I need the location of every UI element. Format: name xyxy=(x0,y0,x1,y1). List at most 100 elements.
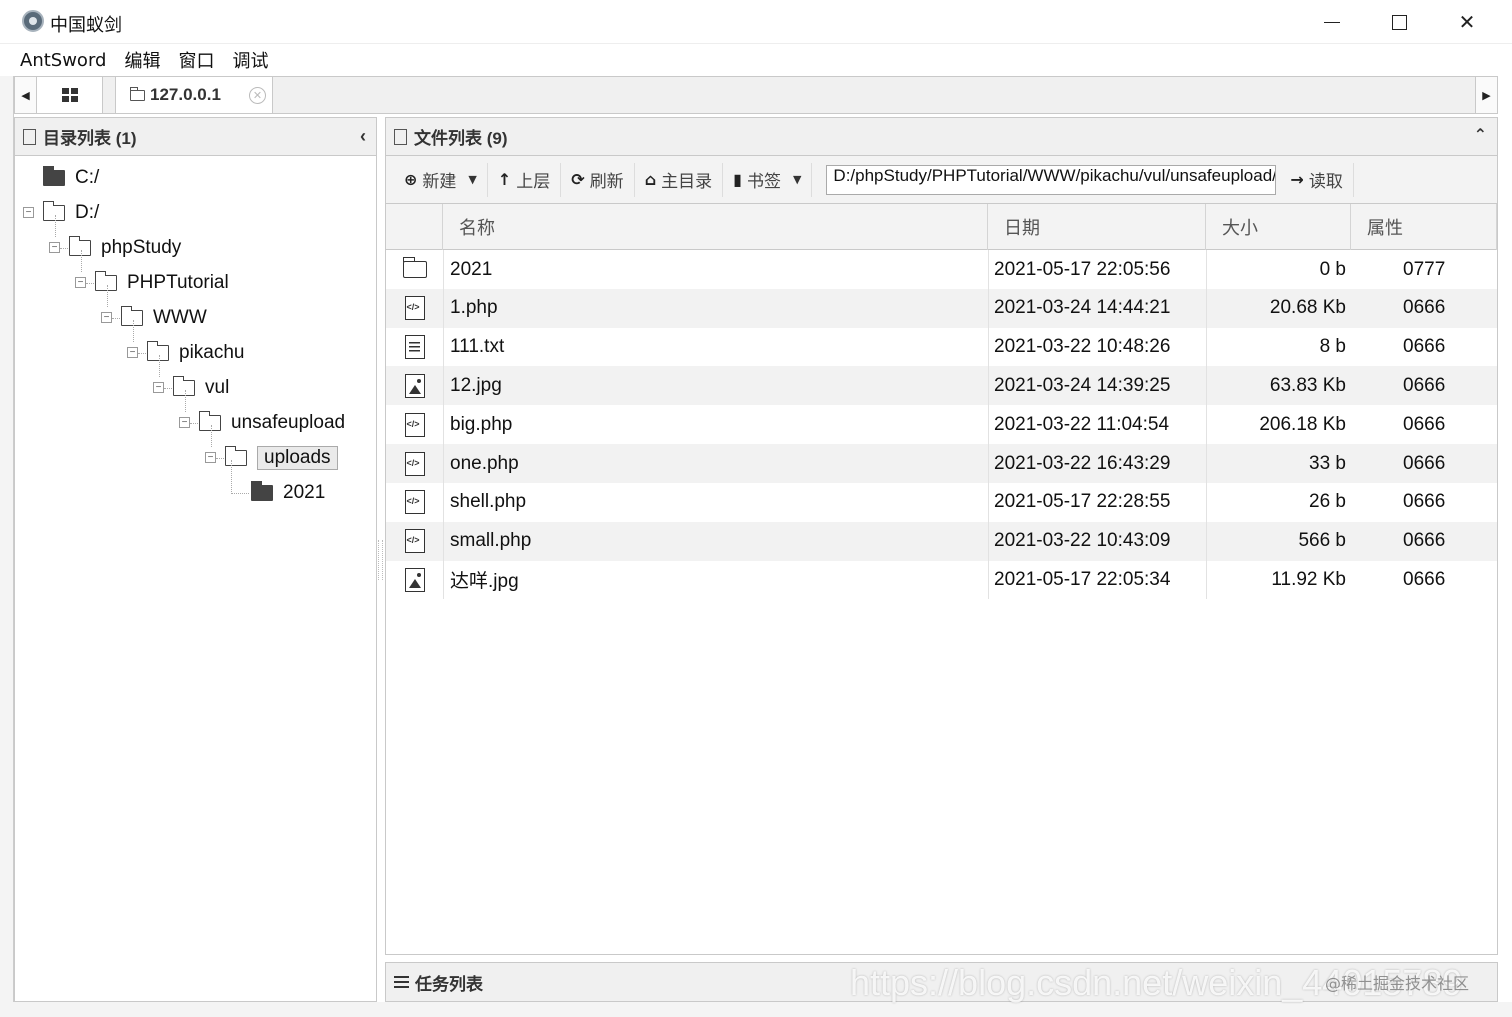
menu-edit[interactable]: 编辑 xyxy=(124,47,160,73)
file-name: 1.php xyxy=(450,297,498,319)
folder-icon xyxy=(173,376,195,396)
task-list-title: 任务列表 xyxy=(415,974,483,994)
tree-node[interactable]: − uploads xyxy=(205,425,338,473)
document-icon xyxy=(394,128,407,145)
tree-node[interactable]: − phpStudy xyxy=(49,215,181,263)
bookmark-icon: ▮ xyxy=(733,170,742,189)
tab-scroll-left-button[interactable]: ◀ xyxy=(15,77,37,113)
column-date[interactable]: 日期 xyxy=(988,204,1206,250)
menu-bar: AntSword 编辑 窗口 调试 xyxy=(0,44,1512,76)
arrow-up-icon: ↑ xyxy=(497,170,512,189)
tree-collapse-icon[interactable]: − xyxy=(49,242,60,253)
column-name[interactable]: 名称 xyxy=(443,204,988,250)
file-row[interactable]: one.php 2021-03-22 16:43:29 33 b 0666 xyxy=(386,444,1497,483)
column-icon xyxy=(386,204,443,250)
read-label: 读取 xyxy=(1308,172,1343,192)
column-separator xyxy=(443,521,444,561)
directory-pane: 目录列表 (1) ‹ C:/− D:/− phpStudy − PHPTutorial −… xyxy=(14,117,377,1002)
column-separator xyxy=(988,327,989,367)
file-icon-cell xyxy=(386,444,443,483)
menu-antsword[interactable]: AntSword xyxy=(20,50,106,71)
tree-collapse-icon[interactable]: − xyxy=(23,207,34,218)
tree-node-label: 2021 xyxy=(283,482,326,503)
file-row[interactable]: 12.jpg 2021-03-24 14:39:25 63.83 Kb 0666 xyxy=(386,366,1497,406)
arrow-right-icon: → xyxy=(1290,170,1304,189)
column-separator xyxy=(443,288,444,328)
background-window-edge xyxy=(0,76,14,1017)
file-icon-cell xyxy=(386,483,443,522)
tree-node[interactable]: 2021 xyxy=(231,460,326,508)
new-button[interactable]: ⊕ 新建 ▼ xyxy=(394,162,488,197)
folder-icon xyxy=(69,236,91,256)
tab-scroll-right-button[interactable]: ▶ xyxy=(1475,77,1497,113)
column-separator xyxy=(988,405,989,445)
column-attr[interactable]: 属性 xyxy=(1351,204,1497,250)
column-size[interactable]: 大小 xyxy=(1206,204,1351,250)
file-size: 33 b xyxy=(1309,452,1346,474)
file-row[interactable]: 达咩.jpg 2021-05-17 22:05:34 11.92 Kb 0666 xyxy=(386,560,1497,600)
file-size: 8 b xyxy=(1319,336,1346,358)
tree-collapse-icon[interactable]: − xyxy=(153,382,164,393)
tree-collapse-icon[interactable]: − xyxy=(101,312,112,323)
collapse-left-icon[interactable]: ‹ xyxy=(360,126,366,147)
folder-icon xyxy=(43,201,65,221)
code-file-icon xyxy=(404,490,425,515)
close-button[interactable]: ✕ xyxy=(1437,4,1497,40)
tree-connector xyxy=(86,283,94,284)
tree-node[interactable]: − PHPTutorial xyxy=(75,250,229,298)
file-row[interactable]: 1.php 2021-03-24 14:44:21 20.68 Kb 0666 xyxy=(386,288,1497,328)
tab-host[interactable]: 127.0.0.1 ✕ xyxy=(115,77,273,113)
tree-collapse-icon[interactable]: − xyxy=(179,417,190,428)
code-file-icon xyxy=(404,451,425,476)
tree-node[interactable]: C:/ xyxy=(43,163,99,193)
bookmark-button[interactable]: ▮ 书签 ▼ xyxy=(723,162,813,197)
maximize-button[interactable] xyxy=(1369,4,1429,40)
pane-splitter[interactable] xyxy=(378,540,383,580)
folder-icon xyxy=(251,481,273,501)
file-attr: 0666 xyxy=(1403,413,1446,435)
file-row[interactable]: shell.php 2021-05-17 22:28:55 26 b 0666 xyxy=(386,482,1497,522)
tree-connector xyxy=(107,285,108,307)
tree-node[interactable]: − D:/ xyxy=(23,198,99,228)
up-button[interactable]: ↑ 上层 xyxy=(488,162,562,197)
path-input[interactable]: D:/phpStudy/PHPTutorial/WWW/pikachu/vul/… xyxy=(826,164,1277,195)
file-row[interactable]: 2021 2021-05-17 22:05:56 0 b 0777 xyxy=(386,250,1497,289)
title-bar: 中国蚁剑 ✕ xyxy=(0,0,1512,44)
close-icon: ✕ xyxy=(1458,11,1476,34)
minimize-icon xyxy=(1324,21,1340,23)
file-name: 111.txt xyxy=(450,336,505,358)
tree-connector xyxy=(60,248,68,249)
menu-window[interactable]: 窗口 xyxy=(178,47,214,73)
tree-collapse-icon[interactable]: − xyxy=(75,277,86,288)
file-row[interactable]: 111.txt 2021-03-22 10:48:26 8 b 0666 xyxy=(386,327,1497,367)
home-label: 主目录 xyxy=(661,172,713,192)
tab-bar: ◀ 127.0.0.1 ✕ ▶ xyxy=(14,76,1498,114)
home-button[interactable]: ⌂ 主目录 xyxy=(635,162,724,197)
tree-node-label: uploads xyxy=(257,446,338,470)
folder-icon xyxy=(43,166,65,186)
file-row[interactable]: big.php 2021-03-22 11:04:54 206.18 Kb 0666 xyxy=(386,405,1497,445)
triangle-left-icon: ◀ xyxy=(21,89,30,102)
caret-down-icon: ▼ xyxy=(792,173,802,186)
tab-home[interactable] xyxy=(37,77,103,113)
file-size: 20.68 Kb xyxy=(1269,297,1346,319)
menu-debug[interactable]: 调试 xyxy=(232,47,268,73)
image-file-icon xyxy=(404,373,425,398)
column-separator xyxy=(988,560,989,600)
read-button[interactable]: → 读取 xyxy=(1280,162,1354,197)
minimize-button[interactable] xyxy=(1302,4,1362,40)
file-row[interactable]: small.php 2021-03-22 10:43:09 566 b 0666 xyxy=(386,521,1497,561)
tree-collapse-icon[interactable]: − xyxy=(205,452,216,463)
tree-collapse-icon[interactable]: − xyxy=(127,347,138,358)
text-file-icon xyxy=(404,335,425,360)
tab-close-icon[interactable]: ✕ xyxy=(249,87,266,104)
folder-icon xyxy=(121,306,143,326)
file-date: 2021-05-17 22:05:34 xyxy=(994,568,1171,590)
file-pane: 文件列表 (9) ⌃ ⊕ 新建 ▼ ↑ 上层 ⟳ 刷新 ⌂ 主目录 ▮ 书签 ▼… xyxy=(385,117,1498,955)
tree-node[interactable]: − pikachu xyxy=(127,320,245,368)
tree-node[interactable]: − vul xyxy=(153,355,229,403)
collapse-up-icon[interactable]: ⌃ xyxy=(1474,125,1487,145)
tree-connector xyxy=(190,423,198,424)
refresh-button[interactable]: ⟳ 刷新 xyxy=(561,162,635,197)
tree-node[interactable]: − unsafeupload xyxy=(179,390,345,438)
